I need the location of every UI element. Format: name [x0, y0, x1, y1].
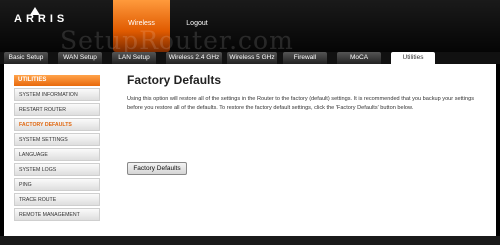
sidebar-item-trace-route[interactable]: TRACE ROUTE [14, 193, 100, 206]
sidebar-item-system-information[interactable]: SYSTEM INFORMATION [14, 88, 100, 101]
watermark: SetupRouter.com [60, 26, 294, 55]
sidebar-item-ping[interactable]: PING [14, 178, 100, 191]
arris-logo: ARRIS [14, 13, 69, 25]
sidebar-heading: UTILITIES [14, 75, 100, 86]
sidebar-item-restart-router[interactable]: RESTART ROUTER [14, 103, 100, 116]
tab-basic-setup[interactable]: Basic Setup [4, 52, 48, 64]
tab-wan-setup[interactable]: WAN Setup [58, 52, 102, 64]
tab-wireless-24[interactable]: Wireless 2.4 GHz [166, 52, 222, 64]
bottom-bar [0, 236, 500, 245]
sidebar-item-system-settings[interactable]: SYSTEM SETTINGS [14, 133, 100, 146]
sidebar: UTILITIES SYSTEM INFORMATION RESTART ROU… [14, 75, 100, 221]
tab-firewall[interactable]: Firewall [283, 52, 327, 64]
factory-defaults-button[interactable]: Factory Defaults [127, 162, 187, 175]
tab-moca[interactable]: MoCA [337, 52, 381, 64]
tab-wireless-5[interactable]: Wireless 5 GHz [227, 52, 277, 64]
page-description: Using this option will restore all of th… [127, 96, 474, 111]
tab-lan-setup[interactable]: LAN Setup [112, 52, 156, 64]
page-title: Factory Defaults [127, 73, 222, 87]
sidebar-item-factory-defaults[interactable]: FACTORY DEFAULTS [14, 118, 100, 131]
sidebar-item-remote-management[interactable]: REMOTE MANAGEMENT [14, 208, 100, 221]
sidebar-item-system-logs[interactable]: SYSTEM LOGS [14, 163, 100, 176]
arris-logo-icon [30, 2, 40, 15]
sidebar-item-language[interactable]: LANGUAGE [14, 148, 100, 161]
